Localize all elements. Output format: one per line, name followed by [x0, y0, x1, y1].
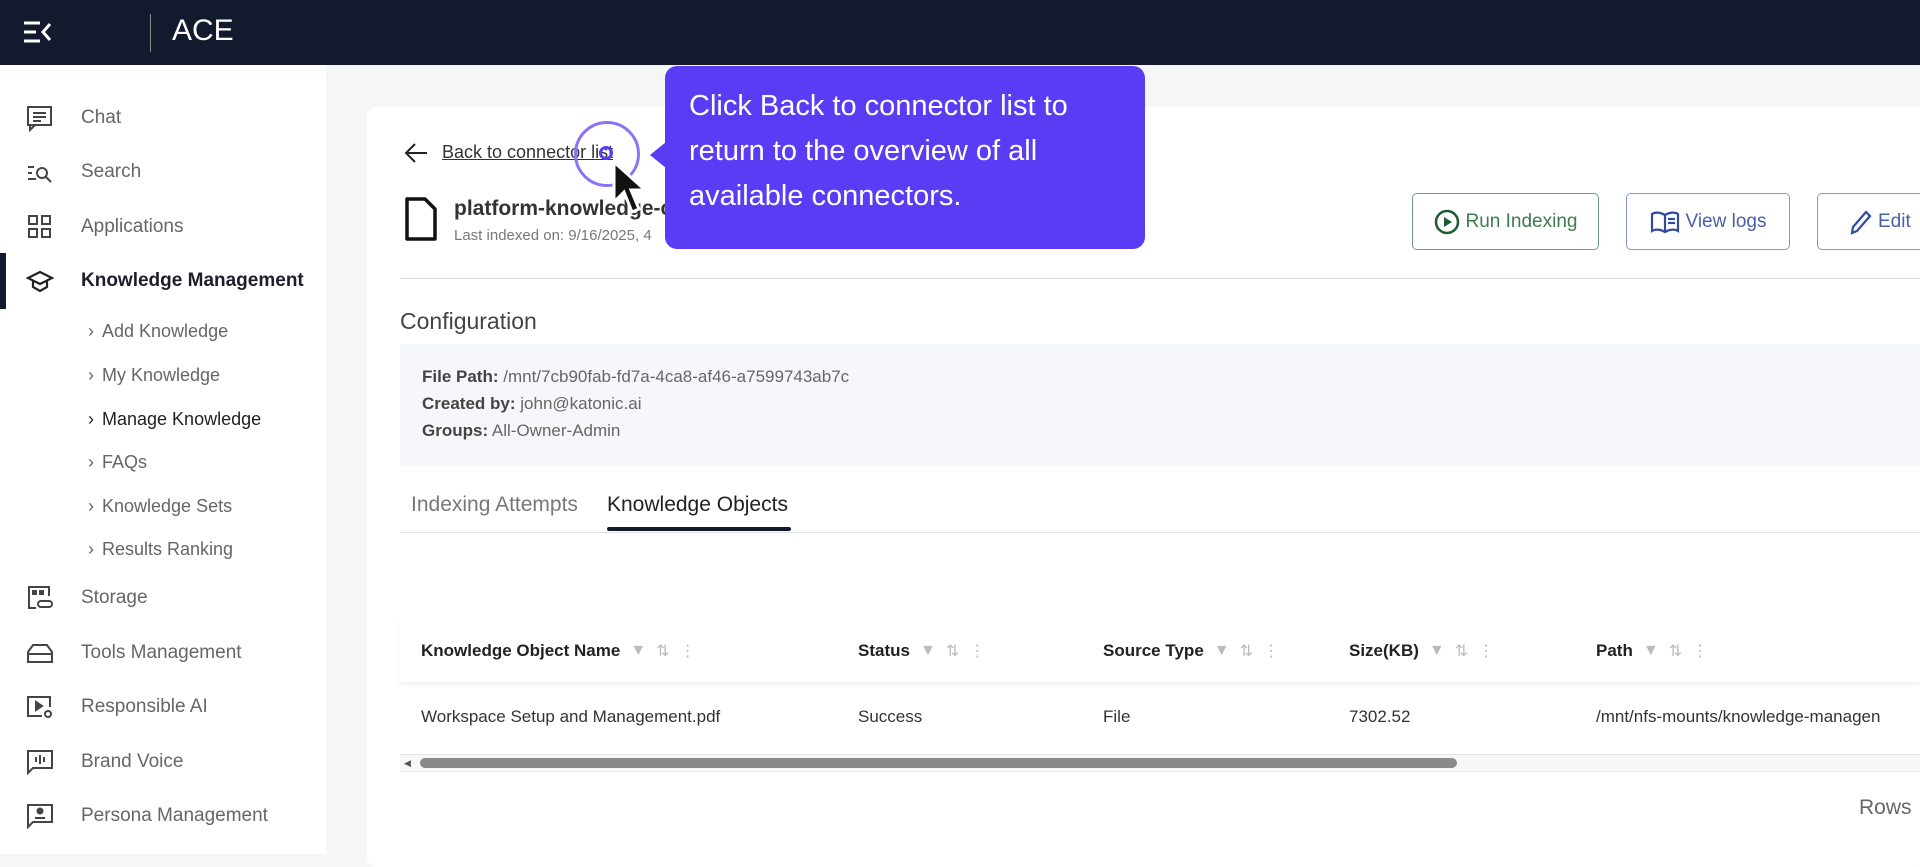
configuration-heading: Configuration	[400, 308, 537, 334]
chevron-right-icon: ›	[88, 496, 94, 516]
view-logs-button[interactable]: View logs	[1626, 193, 1790, 250]
divider	[400, 532, 1920, 533]
graduation-cap-icon	[25, 267, 55, 295]
filter-icon[interactable]: ▼	[630, 642, 646, 660]
column-menu-icon[interactable]: ⋮	[969, 641, 985, 661]
column-header-name[interactable]: Knowledge Object Name ▼ ⇅ ⋮	[421, 641, 696, 661]
grid-icon	[26, 213, 54, 241]
sidebar-item-persona-management[interactable]: Persona Management	[0, 796, 326, 836]
sidebar-subitem-manage-knowledge[interactable]: › Manage Knowledge	[88, 409, 261, 430]
active-indicator	[0, 253, 6, 309]
click-dot	[599, 146, 613, 160]
sort-icon[interactable]: ⇅	[656, 641, 669, 661]
divider	[400, 278, 1920, 279]
sidebar-item-brand-voice[interactable]: Brand Voice	[0, 742, 326, 782]
groups-row: Groups: All-Owner-Admin	[422, 421, 621, 440]
arrow-left-icon	[404, 142, 427, 163]
sidebar-subitem-my-knowledge[interactable]: › My Knowledge	[88, 365, 220, 386]
horizontal-scrollbar[interactable]: ◀	[400, 754, 1920, 772]
chevron-right-icon: ›	[88, 452, 94, 472]
voice-icon	[26, 748, 54, 776]
chevron-right-icon: ›	[88, 321, 94, 341]
book-icon	[1650, 211, 1679, 233]
column-header-path[interactable]: Path ▼ ⇅ ⋮	[1596, 641, 1708, 661]
tab-knowledge-objects[interactable]: Knowledge Objects	[607, 493, 788, 517]
sidebar-item-chat[interactable]: Chat	[0, 98, 326, 138]
scroll-left-icon[interactable]: ◀	[404, 758, 411, 769]
sort-icon[interactable]: ⇅	[1455, 641, 1468, 661]
sidebar-item-search[interactable]: Search	[0, 152, 326, 192]
storage-icon	[26, 584, 54, 612]
file-path-row: File Path: /mnt/7cb90fab-fd7a-4ca8-af46-…	[422, 367, 850, 386]
column-menu-icon[interactable]: ⋮	[680, 641, 696, 661]
chevron-right-icon: ›	[88, 365, 94, 385]
column-header-status[interactable]: Status ▼ ⇅ ⋮	[858, 641, 985, 661]
sidebar-subitem-add-knowledge[interactable]: › Add Knowledge	[88, 321, 228, 342]
filter-icon[interactable]: ▼	[1214, 642, 1230, 660]
created-by-row: Created by: john@katonic.ai	[422, 394, 642, 413]
last-indexed: Last indexed on: 9/16/2025, 4	[454, 227, 652, 244]
sort-icon[interactable]: ⇅	[1669, 641, 1682, 661]
divider	[150, 14, 151, 52]
play-circle-icon	[1434, 209, 1459, 234]
collapse-menu-icon[interactable]	[24, 20, 52, 44]
sidebar-item-tools-management[interactable]: Tools Management	[0, 633, 326, 673]
filter-icon[interactable]: ▼	[1429, 642, 1445, 660]
column-menu-icon[interactable]: ⋮	[1692, 641, 1708, 661]
active-tab-underline	[607, 527, 791, 531]
sidebar: Chat Search Applications Knowledge Manag…	[0, 65, 326, 854]
tab-indexing-attempts[interactable]: Indexing Attempts	[411, 493, 578, 517]
sort-icon[interactable]: ⇅	[1240, 641, 1253, 661]
mouse-cursor-icon	[612, 160, 649, 214]
tutorial-tooltip: Click Back to connector list to return t…	[665, 66, 1145, 249]
search-icon	[26, 158, 54, 186]
column-menu-icon[interactable]: ⋮	[1478, 641, 1494, 661]
column-menu-icon[interactable]: ⋮	[1263, 641, 1279, 661]
pencil-icon	[1850, 209, 1872, 235]
sidebar-item-knowledge-management[interactable]: Knowledge Management	[0, 253, 326, 309]
filter-icon[interactable]: ▼	[920, 642, 936, 660]
filter-icon[interactable]: ▼	[1643, 642, 1659, 660]
sidebar-subitem-faqs[interactable]: › FAQs	[88, 452, 147, 473]
edit-button[interactable]: Edit	[1817, 193, 1920, 250]
top-bar: ACE	[0, 0, 1920, 65]
file-icon	[405, 197, 437, 241]
persona-icon	[26, 802, 54, 830]
sidebar-subitem-results-ranking[interactable]: › Results Ranking	[88, 539, 233, 560]
sidebar-item-applications[interactable]: Applications	[0, 207, 326, 247]
column-header-size[interactable]: Size(KB) ▼ ⇅ ⋮	[1349, 641, 1494, 661]
rows-per-page-label: Rows	[1859, 796, 1912, 819]
column-header-source-type[interactable]: Source Type ▼ ⇅ ⋮	[1103, 641, 1279, 661]
sort-icon[interactable]: ⇅	[946, 641, 959, 661]
configuration-panel: File Path: /mnt/7cb90fab-fd7a-4ca8-af46-…	[400, 344, 1920, 466]
sidebar-item-responsible-ai[interactable]: Responsible AI	[0, 687, 326, 727]
chevron-right-icon: ›	[88, 539, 94, 559]
toolbox-icon	[26, 639, 54, 667]
run-indexing-button[interactable]: Run Indexing	[1412, 193, 1599, 250]
chevron-right-icon: ›	[88, 409, 94, 429]
app-title: ACE	[172, 14, 234, 47]
chat-icon	[26, 104, 54, 133]
sidebar-item-storage[interactable]: Storage	[0, 578, 326, 618]
tooltip-pointer	[650, 142, 666, 168]
video-settings-icon	[26, 693, 54, 721]
scrollbar-thumb[interactable]	[420, 758, 1457, 768]
sidebar-subitem-knowledge-sets[interactable]: › Knowledge Sets	[88, 496, 232, 517]
